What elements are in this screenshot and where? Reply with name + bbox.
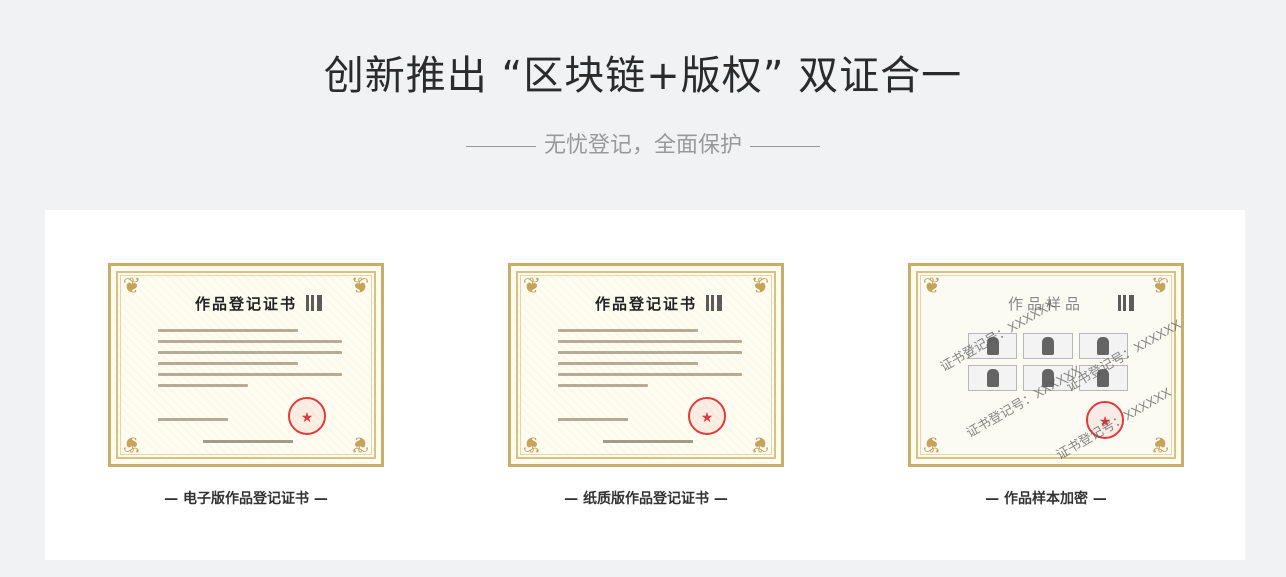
- red-seal-icon: ★: [688, 397, 726, 435]
- qr-code-icon: [706, 295, 722, 311]
- card-sample-encryption[interactable]: ❦ ❦ ❦ ❦ 作品样品 ★ 证书登记号：XXXXXX 证书登记号：XXXXXX…: [908, 263, 1184, 509]
- certificate-line: [558, 373, 742, 376]
- sample-photo: [968, 365, 1018, 391]
- ornament-icon: ❦: [922, 431, 942, 456]
- card-paper-certificate[interactable]: ❦ ❦ ❦ ❦ 作品登记证书 ★ — 纸质版作品登记证书 —: [508, 263, 784, 509]
- certificate-line: [158, 362, 298, 365]
- certificate-image-electronic[interactable]: ❦ ❦ ❦ ❦ 作品登记证书 ★: [108, 263, 384, 467]
- certificate-date-line: [158, 418, 228, 421]
- qr-code-icon: [1118, 295, 1134, 311]
- certificate-line: [558, 384, 648, 387]
- certificate-inner-frame: ❦ ❦ ❦ ❦ 作品登记证书 ★: [116, 271, 376, 459]
- certificate-image-sample[interactable]: ❦ ❦ ❦ ❦ 作品样品 ★ 证书登记号：XXXXXX 证书登记号：XXXXXX…: [908, 263, 1184, 467]
- certificate-line: [158, 384, 248, 387]
- card-caption: — 纸质版作品登记证书 —: [564, 491, 728, 507]
- certificate-title: 作品登记证书: [594, 295, 697, 313]
- page: 创新推出 “区块链+版权” 双证合一 无忧登记，全面保护 ❦ ❦ ❦ ❦ 作品登…: [0, 0, 1286, 577]
- card-electronic-certificate[interactable]: ❦ ❦ ❦ ❦ 作品登记证书 ★ — 电子版作品登记证书 —: [108, 263, 384, 509]
- page-title: 创新推出 “区块链+版权” 双证合一: [323, 53, 963, 99]
- certificate-line: [558, 340, 742, 343]
- certificate-inner-frame: ❦ ❦ ❦ ❦ 作品样品 ★ 证书登记号：XXXXXX 证书登记号：XXXXXX…: [916, 271, 1184, 462]
- subtitle-dash-right: [750, 145, 820, 147]
- certificate-panel: ❦ ❦ ❦ ❦ 作品登记证书 ★ — 电子版作品登记证书 — ❦ ❦ ❦ ❦ 作…: [45, 210, 1245, 560]
- page-subtitle: 无忧登记，全面保护: [543, 133, 742, 158]
- certificate-text-lines: [558, 329, 758, 395]
- certificate-line: [158, 373, 342, 376]
- certificate-line: [558, 351, 742, 354]
- ornament-icon: ❦: [522, 431, 542, 456]
- ornament-icon: ❦: [1150, 431, 1170, 456]
- certificate-line: [158, 351, 342, 354]
- certificate-footer-line: [603, 440, 693, 443]
- certificate-line: [558, 329, 698, 332]
- certificate-line: [158, 340, 342, 343]
- certificate-line: [558, 362, 698, 365]
- card-caption: — 作品样本加密 —: [985, 491, 1107, 507]
- qr-code-icon: [306, 295, 322, 311]
- ornament-icon: ❦: [350, 431, 370, 456]
- certificate-text-lines: [158, 329, 358, 395]
- subtitle-row: 无忧登记，全面保护: [0, 130, 1286, 162]
- certificate-inner-frame: ❦ ❦ ❦ ❦ 作品登记证书 ★: [516, 271, 776, 459]
- certificate-image-paper[interactable]: ❦ ❦ ❦ ❦ 作品登记证书 ★: [508, 263, 784, 467]
- card-caption: — 电子版作品登记证书 —: [164, 491, 328, 507]
- certificate-footer-line: [203, 440, 293, 443]
- red-seal-icon: ★: [288, 397, 326, 435]
- ornament-icon: ❦: [122, 431, 142, 456]
- subtitle-dash-left: [465, 145, 536, 147]
- certificate-title: 作品登记证书: [194, 295, 297, 313]
- certificate-date-line: [558, 418, 628, 421]
- certificate-line: [158, 329, 298, 332]
- ornament-icon: ❦: [750, 431, 770, 456]
- sample-photo: [1023, 333, 1073, 359]
